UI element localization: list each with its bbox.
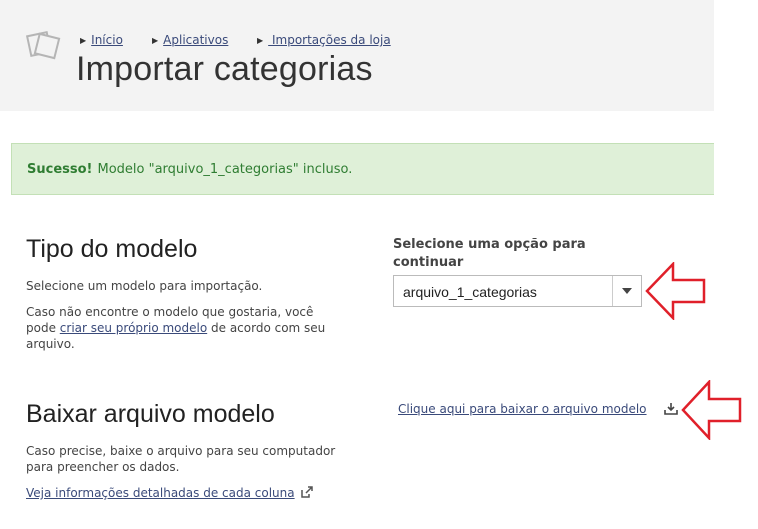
download-model-link[interactable]: Clique aqui para baixar o arquivo modelo	[398, 402, 647, 416]
model-type-title: Tipo do modelo	[26, 235, 198, 263]
external-link-icon[interactable]	[300, 486, 313, 498]
breadcrumb-item-inicio: ▶ Início	[80, 33, 123, 47]
model-type-description: Selecione um modelo para importação.	[26, 279, 263, 293]
caret-right-icon: ▶	[257, 36, 264, 45]
page-header: ▶ Início ▶ Aplicativos ▶ Importações da lo…	[0, 0, 714, 111]
select-divider	[612, 276, 613, 306]
download-title: Baixar arquivo modelo	[26, 400, 275, 428]
download-description: Caso precise, baixe o arquivo para seu c…	[26, 444, 336, 474]
annotation-arrow-icon	[645, 262, 706, 320]
page-title: Importar categorias	[76, 50, 373, 88]
breadcrumb-item-importacoes: ▶ Importações da loja	[257, 33, 391, 47]
breadcrumb-link-inicio[interactable]: Início	[91, 33, 123, 47]
select-label: Selecione uma opção para continuar	[393, 237, 586, 270]
chevron-down-icon[interactable]	[622, 288, 632, 294]
create-model-link[interactable]: criar seu próprio modelo	[60, 321, 207, 335]
model-select[interactable]: arquivo_1_categorias	[393, 275, 642, 307]
alert-message: Modelo "arquivo_1_categorias" incluso.	[97, 161, 353, 177]
caret-right-icon: ▶	[80, 36, 87, 45]
annotation-arrow-icon	[681, 380, 742, 440]
download-icon[interactable]	[664, 402, 678, 416]
model-select-value: arquivo_1_categorias	[403, 284, 537, 300]
download-details: Veja informações detalhadas de cada colu…	[26, 485, 313, 501]
breadcrumb-link-importacoes[interactable]: Importações da loja	[268, 33, 391, 47]
breadcrumb-item-aplicativos: ▶ Aplicativos	[152, 33, 228, 47]
success-alert: Sucesso! Modelo "arquivo_1_categorias" i…	[11, 143, 714, 195]
alert-strong-text: Sucesso!	[27, 161, 93, 177]
pages-icon	[26, 30, 61, 60]
model-type-help: Caso não encontre o modelo que gostaria,…	[26, 304, 346, 352]
column-details-link[interactable]: Veja informações detalhadas de cada colu…	[26, 486, 295, 500]
breadcrumb-link-aplicativos[interactable]: Aplicativos	[163, 33, 228, 47]
caret-right-icon: ▶	[152, 36, 159, 45]
